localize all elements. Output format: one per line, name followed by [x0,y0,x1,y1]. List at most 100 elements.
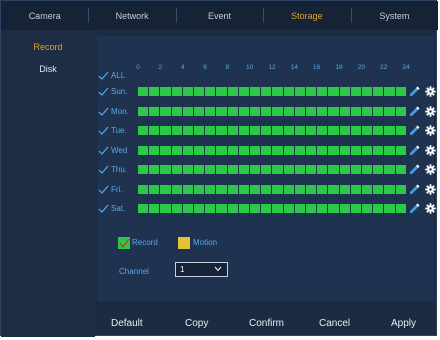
hour-segment[interactable] [328,87,339,96]
hour-segment[interactable] [294,126,306,135]
hour-segment[interactable] [272,145,283,155]
eraser-icon[interactable] [409,86,420,97]
hour-segment[interactable] [384,204,395,213]
hour-segment[interactable] [306,204,317,213]
day-check-icon[interactable] [98,146,109,155]
apply-button[interactable]: Apply [391,313,416,335]
hour-segment[interactable] [317,165,328,174]
hour-segment[interactable] [272,126,283,135]
hour-segment[interactable] [149,106,160,116]
hour-segment[interactable] [339,87,350,96]
day-schedule-bar[interactable] [138,106,406,116]
day-check-icon[interactable] [98,126,109,135]
hour-segment[interactable] [362,106,373,116]
hour-segment[interactable] [182,126,194,135]
hour-segment[interactable] [317,204,328,213]
hour-segment[interactable] [384,165,395,174]
hour-segment[interactable] [283,204,294,213]
hour-segment[interactable] [250,106,261,116]
hour-segment[interactable] [350,184,362,194]
hour-segment[interactable] [194,87,205,96]
hour-segment[interactable] [261,145,272,155]
hour-segment[interactable] [373,165,384,174]
hour-segment[interactable] [350,204,362,213]
hour-segment[interactable] [216,204,227,213]
hour-segment[interactable] [395,145,406,155]
tab-camera[interactable]: Camera [1,1,88,30]
hour-segment[interactable] [216,126,227,135]
hour-segment[interactable] [294,87,306,96]
hour-segment[interactable] [294,165,306,174]
hour-segment[interactable] [294,145,306,155]
hour-segment[interactable] [238,204,250,213]
hour-segment[interactable] [194,204,205,213]
hour-segment[interactable] [272,106,283,116]
hour-segment[interactable] [160,184,171,194]
hour-segment[interactable] [395,87,406,96]
hour-segment[interactable] [205,184,216,194]
hour-segment[interactable] [250,126,261,135]
eraser-icon[interactable] [409,145,420,156]
hour-segment[interactable] [216,184,227,194]
hour-segment[interactable] [182,145,194,155]
hour-segment[interactable] [328,106,339,116]
hour-segment[interactable] [149,126,160,135]
hour-segment[interactable] [317,87,328,96]
hour-segment[interactable] [171,184,182,194]
hour-segment[interactable] [216,106,227,116]
hour-segment[interactable] [194,126,205,135]
hour-segment[interactable] [149,145,160,155]
hour-segment[interactable] [362,87,373,96]
hour-segment[interactable] [306,145,317,155]
hour-segment[interactable] [205,204,216,213]
hour-segment[interactable] [216,87,227,96]
hour-segment[interactable] [283,106,294,116]
eraser-icon[interactable] [409,184,420,195]
day-schedule-bar[interactable] [138,165,406,174]
hour-segment[interactable] [306,165,317,174]
hour-segment[interactable] [238,87,250,96]
hour-segment[interactable] [328,204,339,213]
hour-segment[interactable] [294,204,306,213]
hour-segment[interactable] [205,87,216,96]
hour-segment[interactable] [160,145,171,155]
hour-segment[interactable] [339,106,350,116]
hour-segment[interactable] [261,106,272,116]
hour-segment[interactable] [171,87,182,96]
hour-segment[interactable] [160,204,171,213]
hour-segment[interactable] [362,184,373,194]
hour-segment[interactable] [194,106,205,116]
hour-segment[interactable] [171,106,182,116]
hour-segment[interactable] [238,126,250,135]
hour-segment[interactable] [283,126,294,135]
day-check-icon[interactable] [98,185,109,194]
day-check-icon[interactable] [98,204,109,213]
hour-segment[interactable] [339,165,350,174]
hour-segment[interactable] [138,184,149,194]
hour-segment[interactable] [283,165,294,174]
day-schedule-bar[interactable] [138,184,406,194]
hour-segment[interactable] [138,87,149,96]
hour-segment[interactable] [216,165,227,174]
hour-segment[interactable] [227,87,238,96]
hour-segment[interactable] [171,204,182,213]
gear-icon[interactable] [425,125,436,136]
cancel-button[interactable]: Cancel [319,313,350,335]
hour-segment[interactable] [306,184,317,194]
hour-segment[interactable] [395,184,406,194]
hour-segment[interactable] [194,145,205,155]
sidebar-item-record[interactable]: Record [1,42,95,52]
hour-segment[interactable] [160,106,171,116]
hour-segment[interactable] [373,145,384,155]
hour-segment[interactable] [339,126,350,135]
hour-segment[interactable] [238,165,250,174]
hour-segment[interactable] [250,87,261,96]
day-schedule-bar[interactable] [138,204,406,213]
hour-segment[interactable] [182,106,194,116]
hour-segment[interactable] [250,165,261,174]
gear-icon[interactable] [425,203,436,214]
hour-segment[interactable] [328,145,339,155]
hour-segment[interactable] [138,106,149,116]
hour-segment[interactable] [306,87,317,96]
day-schedule-bar[interactable] [138,145,406,155]
